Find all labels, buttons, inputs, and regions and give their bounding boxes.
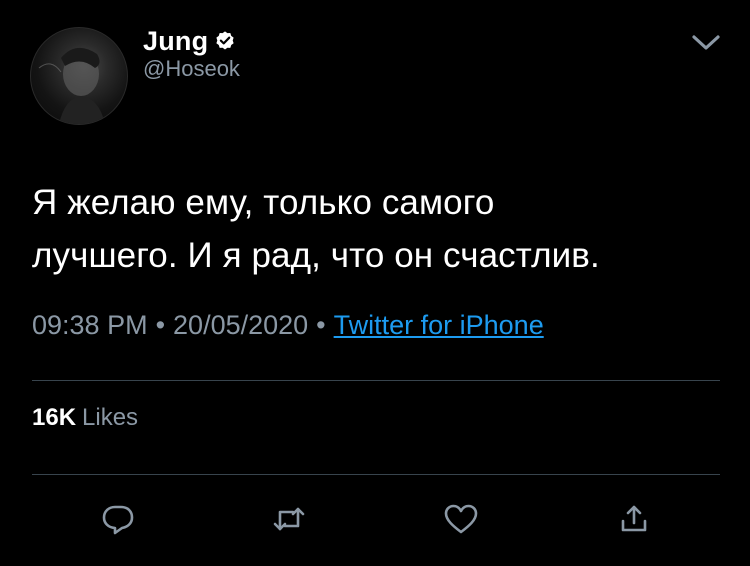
share-icon <box>621 505 647 532</box>
tweet-card: Jung @Hoseok Я желаю ему, только самого … <box>0 0 750 566</box>
action-bar <box>0 495 750 545</box>
tweet-time[interactable]: 09:38 PM <box>32 310 148 340</box>
avatar-photo <box>38 47 105 124</box>
reply-icon <box>102 505 134 535</box>
tweet-meta: 09:38 PM • 20/05/2020 • Twitter for iPhone <box>32 310 544 341</box>
chevron-down-icon[interactable] <box>690 32 722 54</box>
tweet-text: Я желаю ему, только самого лучшего. И я … <box>32 176 722 282</box>
meta-separator: • <box>316 310 326 340</box>
likes-label: Likes <box>82 404 139 431</box>
heart-icon <box>444 504 478 534</box>
divider <box>32 380 720 381</box>
meta-separator: • <box>155 310 166 340</box>
display-name[interactable]: Jung <box>143 26 208 57</box>
share-button[interactable] <box>610 495 658 543</box>
tweet-source-link[interactable]: Twitter for iPhone <box>334 310 544 340</box>
likes-stat[interactable]: 16K Likes <box>32 404 138 432</box>
likes-count: 16K <box>32 404 77 431</box>
like-button[interactable] <box>437 495 485 543</box>
tweet-text-line: Я желаю ему, только самого <box>32 183 495 222</box>
tweet-text-line: лучшего. И я рад, что он счастлив. <box>32 236 600 275</box>
tweet-date[interactable]: 20/05/2020 <box>173 310 308 340</box>
verified-badge-icon <box>216 31 234 50</box>
divider <box>32 474 720 475</box>
reply-button[interactable] <box>94 495 142 543</box>
avatar[interactable] <box>30 27 128 125</box>
retweet-button[interactable] <box>265 495 313 543</box>
display-name-row: Jung <box>143 24 236 58</box>
user-handle[interactable]: @Hoseok <box>143 56 240 82</box>
retweet-icon <box>273 507 305 531</box>
